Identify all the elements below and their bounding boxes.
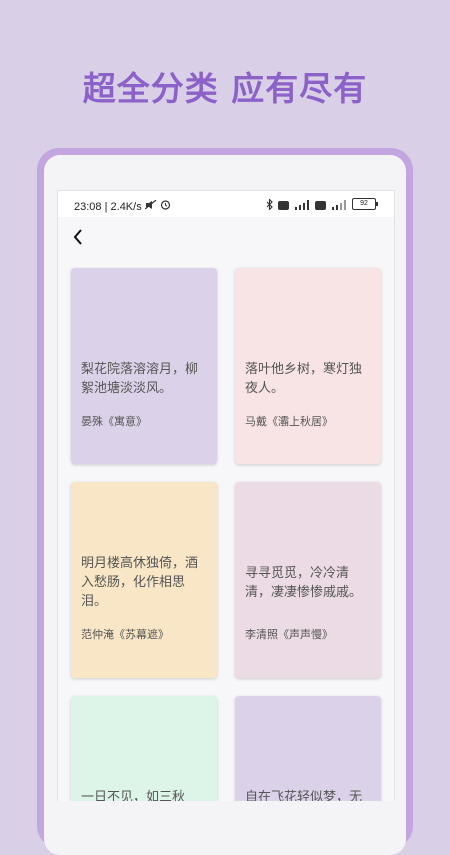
back-button[interactable]: [66, 225, 90, 249]
quote-card[interactable]: 梨花院落溶溶月，柳絮池塘淡淡风。 晏殊《寓意》: [71, 268, 217, 464]
quote-text: 一日不见，如三秋: [81, 790, 186, 801]
quote-card[interactable]: 落叶他乡树，寒灯独夜人。 马戴《灞上秋居》: [235, 268, 381, 464]
status-bar: 23:08 | 2.4K/s 92: [58, 191, 394, 217]
quote-card[interactable]: 一日不见，如三秋: [71, 696, 217, 801]
promo-headline: 超全分类 应有尽有: [82, 69, 368, 108]
app-screen: 23:08 | 2.4K/s 92 梨花院落溶溶月，柳絮池塘淡淡风。 晏殊《寓意…: [57, 190, 395, 801]
signal-5g-icon: [293, 195, 311, 214]
signal-4g-icon: [330, 195, 348, 214]
quote-text: 明月楼高休独倚，酒入愁肠，化作相思泪。: [81, 556, 199, 609]
quote-text: 梨花院落溶溶月，柳絮池塘淡淡风。: [81, 362, 199, 396]
status-time-speed: 23:08 | 2.4K/s: [74, 199, 171, 213]
quote-card[interactable]: 明月楼高休独倚，酒入愁肠，化作相思泪。 范仲淹《苏幕遮》: [71, 482, 217, 678]
battery-indicator: 92: [352, 198, 378, 210]
quote-text: 自在飞花轻似梦，无: [245, 790, 363, 801]
quote-card[interactable]: 寻寻觅觅，冷冷清清，凄凄惨惨戚戚。 李清照《声声慢》: [235, 482, 381, 678]
bluetooth-icon: [266, 195, 274, 214]
quote-author: 马戴《灞上秋居》: [245, 415, 333, 428]
status-time: 23:08: [74, 201, 102, 213]
quote-text: 寻寻觅觅，冷冷清清，凄凄惨惨戚戚。: [245, 566, 363, 600]
mute-icon: [144, 199, 157, 213]
network-speed: 2.4K/s: [110, 201, 142, 213]
alarm-icon: [160, 199, 171, 213]
status-icons: 92: [266, 197, 378, 211]
chevron-left-icon: [73, 229, 82, 245]
quote-author: 范仲淹《苏幕遮》: [81, 628, 169, 641]
hd-icon-2: [315, 195, 326, 214]
quote-text: 落叶他乡树，寒灯独夜人。: [245, 362, 363, 396]
quote-author: 李清照《声声慢》: [245, 628, 333, 641]
quote-card[interactable]: 自在飞花轻似梦，无: [235, 696, 381, 801]
quote-author: 晏殊《寓意》: [81, 415, 147, 428]
hd-icon: [278, 195, 289, 214]
